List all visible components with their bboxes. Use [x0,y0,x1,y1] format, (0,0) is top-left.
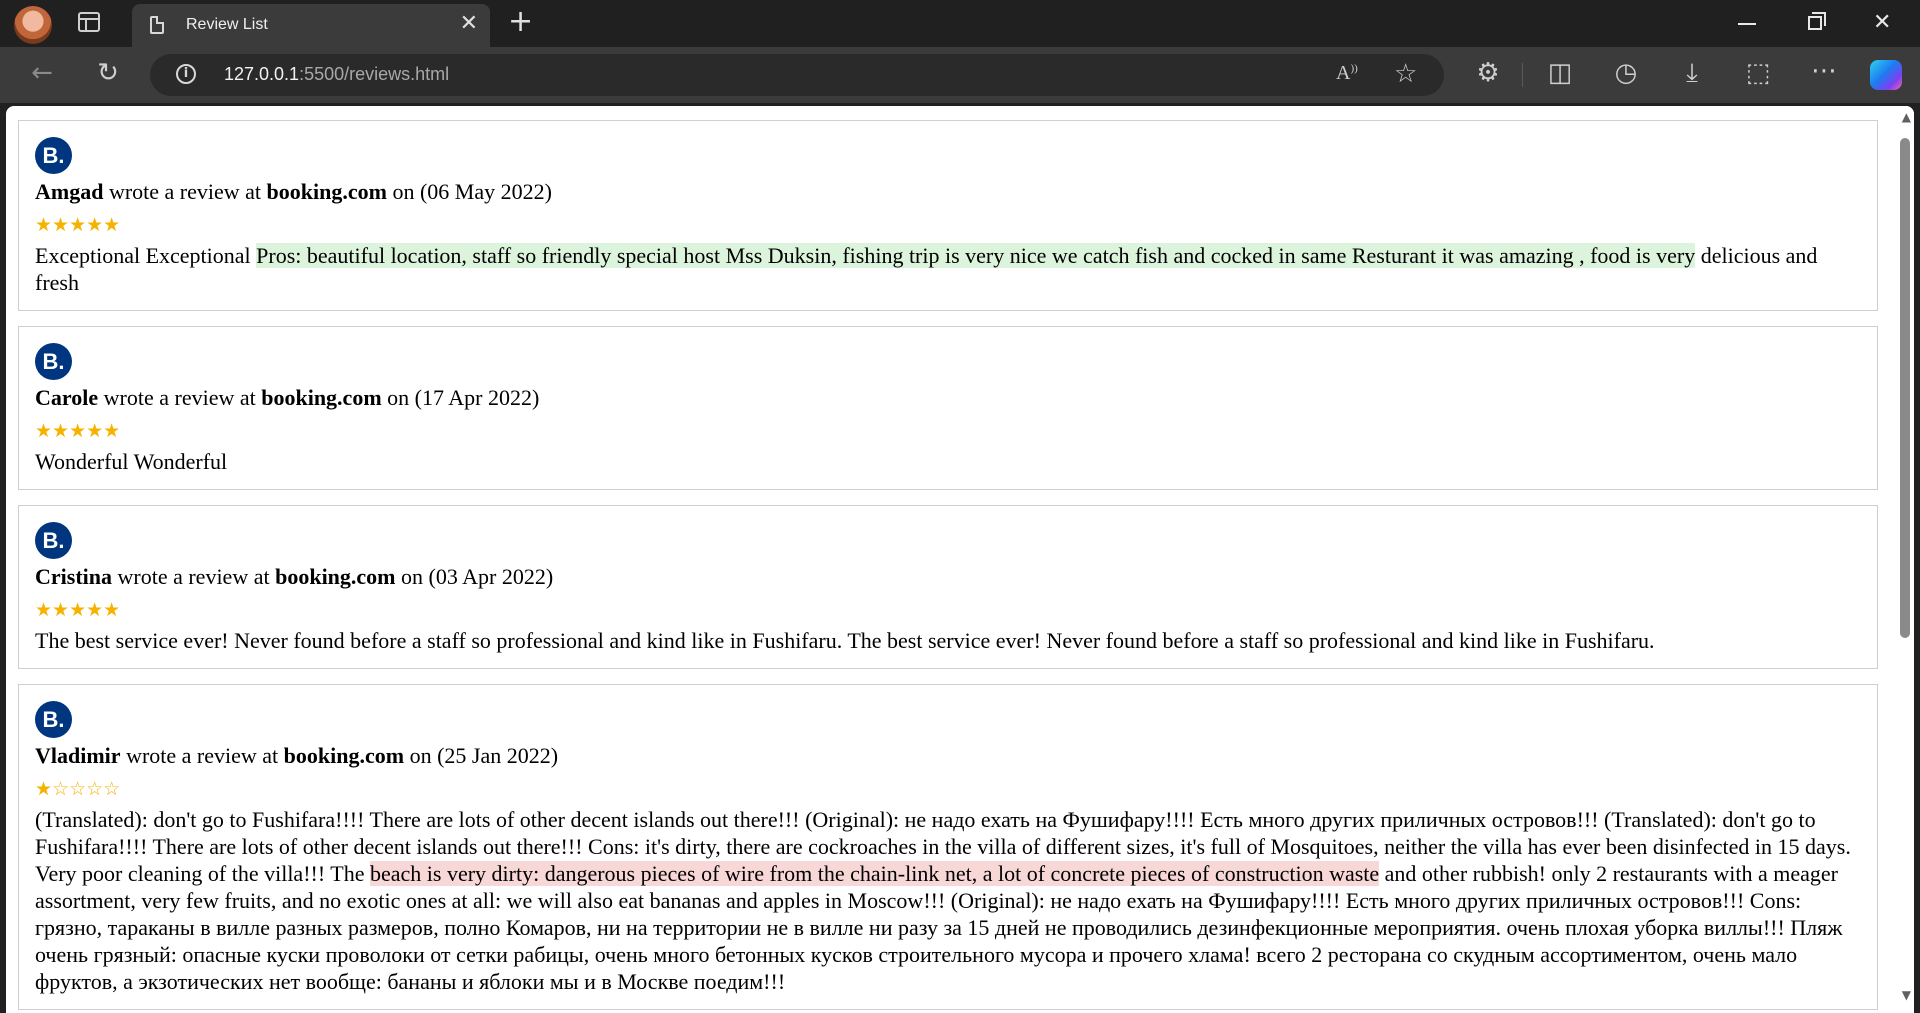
close-window-button[interactable]: ✕ [1873,8,1891,38]
review-header: Amgad wrote a review at booking.com on (… [35,178,1861,205]
tab-title: Review List [186,16,268,33]
new-tab-button[interactable]: + [508,6,533,38]
review-site: booking.com [283,743,405,768]
toolbar-divider [1522,63,1523,87]
profile-avatar-icon[interactable] [14,6,52,44]
review-site: booking.com [261,385,382,410]
title-bar: Review List ✕ + ✕ [0,0,1920,47]
reload-icon[interactable]: ↻ [92,59,124,87]
review-header: Carole wrote a review at booking.com on … [35,384,1861,411]
review-list: B. Amgad wrote a review at booking.com o… [18,120,1878,1013]
booking-logo-icon: B. [35,137,72,174]
review-site: booking.com [266,179,387,204]
url-text[interactable]: 127.0.0.1:5500/reviews.html [224,64,449,85]
review-text: Exceptional Exceptional Pros: beautiful … [35,242,1861,296]
extensions-icon[interactable]: ⚙ [1472,59,1504,87]
browser-toolbar: ← ↻ i 127.0.0.1:5500/reviews.html A)) ☆ … [0,47,1920,103]
review-header-mid: wrote a review at [112,564,276,589]
review-text-plain: Exceptional Exceptional [35,243,257,268]
split-screen-icon[interactable]: ◫ [1544,59,1576,87]
history-icon[interactable]: ◷ [1610,59,1642,87]
review-date: on (25 Jan 2022) [404,743,559,768]
tab-actions-icon[interactable] [78,12,100,32]
copilot-icon[interactable] [1870,60,1902,90]
review-date: on (17 Apr 2022) [381,385,540,410]
favorite-star-icon[interactable]: ☆ [1394,59,1417,89]
review-author: Vladimir [35,743,121,768]
review-header-mid: wrote a review at [98,385,262,410]
review-author: Amgad [35,179,104,204]
scroll-down-arrow-icon[interactable]: ▼ [1902,988,1911,1002]
read-aloud-icon[interactable]: A)) [1336,62,1358,85]
more-menu-icon[interactable]: ⋯ [1808,57,1840,85]
review-text: The best service ever! Never found befor… [35,628,1655,653]
scroll-up-arrow-icon[interactable]: ▲ [1902,110,1911,124]
review-card: B. Amgad wrote a review at booking.com o… [18,120,1878,311]
star-rating: ★★★★★ [35,420,121,442]
review-header-mid: wrote a review at [120,743,284,768]
review-date: on (06 May 2022) [386,179,552,204]
review-header-mid: wrote a review at [103,179,267,204]
document-icon [150,16,164,34]
star-rating: ★☆☆☆☆ [35,778,121,800]
review-card: B. Cristina wrote a review at booking.co… [18,505,1878,669]
url-path: :5500/reviews.html [299,64,450,84]
review-header: Vladimir wrote a review at booking.com o… [35,742,1861,769]
star-rating: ★★★★★ [35,599,121,621]
download-icon[interactable]: ⤓ [1676,59,1708,87]
scrollbar-thumb[interactable] [1900,138,1910,638]
review-author: Carole [35,385,99,410]
review-author: Cristina [35,564,112,589]
review-text-negative-highlight: beach is very dirty: dangerous pieces of… [369,861,1380,886]
tab-review-list[interactable]: Review List ✕ [132,4,490,47]
review-card: B. Vladimir wrote a review at booking.co… [18,684,1878,1010]
booking-logo-icon: B. [35,701,72,738]
address-bar[interactable]: i 127.0.0.1:5500/reviews.html A)) ☆ [150,54,1444,96]
screenshot-icon[interactable]: ⬚ [1742,59,1774,87]
review-text: (Translated): don't go to Fushifara!!!! … [35,806,1861,995]
site-info-icon[interactable]: i [176,64,196,84]
review-site: booking.com [275,564,396,589]
booking-logo-icon: B. [35,343,72,380]
back-arrow-icon[interactable]: ← [26,59,58,87]
review-text: Wonderful Wonderful [35,449,228,474]
restore-button[interactable] [1808,12,1826,30]
page-viewport: B. Amgad wrote a review at booking.com o… [6,106,1914,1013]
review-text-positive-highlight: Pros: beautiful location, staff so frien… [256,243,1696,268]
review-header: Cristina wrote a review at booking.com o… [35,563,1861,590]
star-rating: ★★★★★ [35,214,121,236]
review-date: on (03 Apr 2022) [395,564,554,589]
booking-logo-icon: B. [35,522,72,559]
vertical-scrollbar[interactable]: ▲ ▼ [1896,106,1914,1013]
review-card: B. Carole wrote a review at booking.com … [18,326,1878,490]
url-host: 127.0.0.1 [224,64,300,84]
tab-close-button[interactable]: ✕ [460,13,478,35]
